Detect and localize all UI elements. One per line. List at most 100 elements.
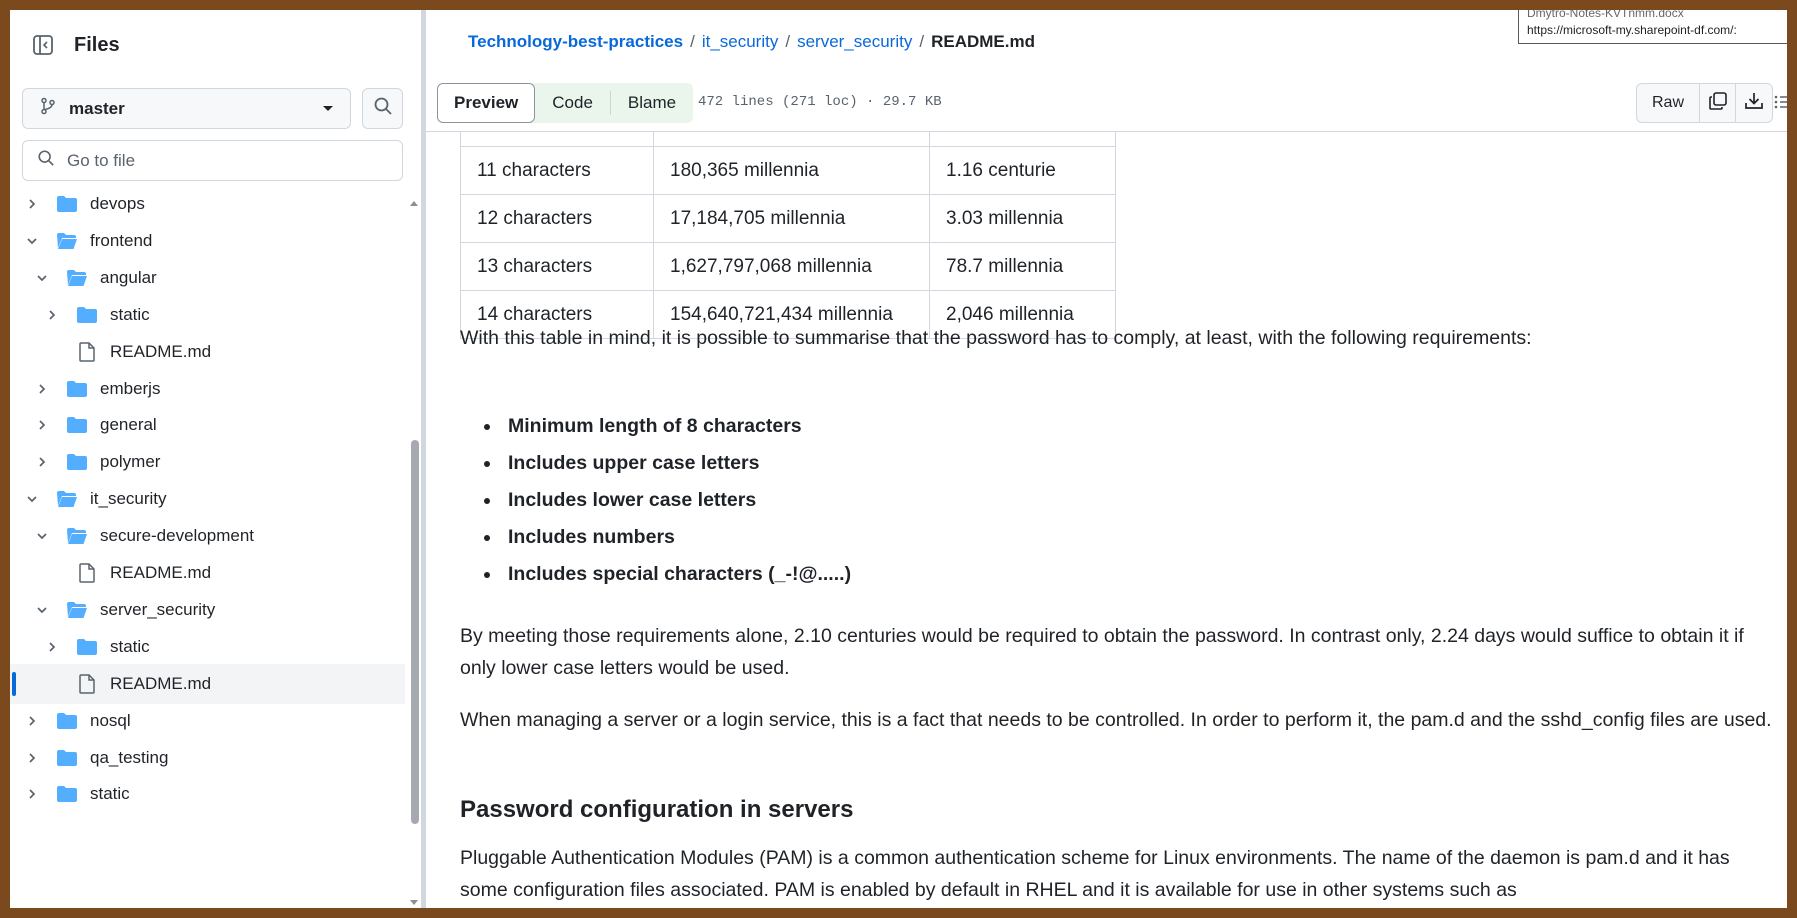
raw-button[interactable]: Raw	[1637, 84, 1701, 122]
chevron-right-icon[interactable]	[24, 196, 40, 212]
folder-open-icon	[56, 231, 78, 251]
scroll-down-arrow-icon[interactable]	[409, 894, 419, 905]
folder-open-icon	[66, 526, 88, 546]
tree-item-label: emberjs	[100, 378, 161, 398]
tree-item-label: general	[100, 415, 157, 435]
tree-folder-item[interactable]: devops	[10, 196, 405, 224]
tab-blame[interactable]: Blame	[611, 83, 693, 123]
link-tooltip: Dmytro-Notes-KVTnmm.docx https://microso…	[1518, 10, 1787, 44]
chevron-down-icon[interactable]	[24, 491, 40, 507]
chevron-right-icon[interactable]	[34, 454, 50, 470]
tooltip-url: https://microsoft-my.sharepoint-df.com/:	[1527, 23, 1737, 37]
go-to-file-field[interactable]	[22, 140, 403, 181]
tree-item-label: nosql	[90, 710, 131, 730]
tree-folder-item[interactable]: server_security	[10, 590, 405, 630]
requirements-paragraph: By meeting those requirements alone, 2.1…	[460, 625, 1744, 679]
copy-button[interactable]	[1700, 84, 1737, 122]
table-cell: 1,627,797,068 millennia	[653, 242, 930, 291]
file-toolbar: Preview Code Blame 472 lines (271 loc) ·…	[426, 70, 1787, 132]
list-item: Includes numbers	[502, 519, 851, 556]
chevron-right-icon[interactable]	[44, 307, 60, 323]
chevron-down-icon[interactable]	[34, 602, 50, 618]
folder-icon	[66, 415, 88, 435]
chevron-down-icon[interactable]	[24, 233, 40, 249]
chevron-right-icon[interactable]	[24, 713, 40, 729]
folder-open-icon	[66, 268, 88, 288]
markdown-content: 11 characters 180,365 millennia 1.16 centu…	[426, 132, 1787, 908]
tree-item-label: static	[110, 304, 150, 324]
tree-folder-item[interactable]: angular	[10, 258, 405, 298]
tree-file-item[interactable]: README.md	[10, 553, 405, 593]
tree-file-item[interactable]: README.md	[10, 332, 405, 372]
file-icon	[76, 341, 98, 362]
table-row: 13 characters 1,627,797,068 millennia 78.7…	[460, 242, 1116, 291]
tree-folder-item[interactable]: general	[10, 405, 405, 445]
tree-item-label: static	[110, 636, 150, 656]
tree-item-label: frontend	[90, 230, 153, 250]
chevron-down-icon[interactable]	[34, 270, 50, 286]
folder-open-icon	[66, 600, 88, 620]
sidebar-scrollbar-thumb[interactable]	[411, 440, 419, 824]
table-row	[460, 132, 1116, 147]
tree-folder-item[interactable]: frontend	[10, 221, 405, 261]
tree-item-label: qa_testing	[90, 747, 169, 767]
folder-icon	[56, 711, 78, 731]
view-mode-tabs: Preview Code Blame	[437, 83, 694, 123]
breadcrumb-repo-link[interactable]: Technology-best-practices	[468, 32, 683, 52]
chevron-right-icon[interactable]	[34, 417, 50, 433]
tree-folder-item[interactable]: static	[10, 295, 405, 335]
search-files-button[interactable]	[362, 88, 403, 129]
chevron-right-icon[interactable]	[44, 639, 60, 655]
scroll-up-arrow-icon[interactable]	[409, 194, 419, 206]
tab-code[interactable]: Code	[535, 83, 610, 123]
tree-folder-item[interactable]: emberjs	[10, 369, 405, 409]
sidebar-header: Files	[32, 32, 120, 58]
folder-icon	[66, 452, 88, 472]
folder-icon	[66, 379, 88, 399]
folder-open-icon	[56, 489, 78, 509]
intro-paragraph: With this table in mind, it is possible …	[460, 327, 1532, 349]
go-to-file-input[interactable]	[67, 150, 367, 171]
tree-folder-item[interactable]: polymer	[10, 442, 405, 482]
tree-item-label: devops	[90, 196, 145, 213]
file-tree-sidebar: Files master devops frontend angular static…	[10, 10, 422, 908]
table-cell: 17,184,705 millennia	[653, 194, 930, 243]
tab-preview[interactable]: Preview	[437, 83, 536, 123]
search-icon	[37, 149, 55, 172]
chevron-down-icon[interactable]	[34, 528, 50, 544]
breadcrumb-link-server-security[interactable]: server_security	[797, 32, 912, 52]
chevron-right-icon[interactable]	[24, 786, 40, 802]
download-button[interactable]	[1736, 84, 1772, 122]
tree-folder-item[interactable]: static	[10, 774, 405, 814]
sidebar-collapse-icon[interactable]	[32, 34, 54, 56]
tree-item-label: angular	[100, 267, 157, 287]
pam-intro-paragraph: When managing a server or a login servic…	[460, 709, 1772, 731]
breadcrumb-separator: /	[690, 32, 695, 51]
tree-item-label: it_security	[90, 489, 167, 509]
outline-list-icon[interactable]	[1774, 94, 1787, 115]
git-branch-icon	[39, 97, 57, 120]
tree-folder-item[interactable]: nosql	[10, 701, 405, 741]
copy-icon	[1708, 91, 1728, 116]
tree-item-label: server_security	[100, 599, 216, 619]
branch-selector-button[interactable]: master	[22, 88, 351, 129]
file-icon	[76, 563, 98, 583]
tree-folder-item[interactable]: static	[10, 627, 405, 667]
folder-icon	[76, 637, 98, 657]
password-cracking-table: 11 characters 180,365 millennia 1.16 centu…	[460, 132, 1116, 339]
tree-folder-item[interactable]: qa_testing	[10, 738, 405, 778]
table-row: 12 characters 17,184,705 millennia 3.03 mi…	[460, 194, 1116, 243]
tree-file-item[interactable]: README.md	[10, 663, 405, 704]
breadcrumb-separator: /	[919, 32, 925, 51]
file-view: Technology-best-practices / it_security …	[426, 10, 1787, 908]
app-window: Files master devops frontend angular static…	[10, 10, 1787, 908]
chevron-right-icon[interactable]	[34, 381, 50, 397]
breadcrumb-link-it-security[interactable]: it_security	[702, 32, 779, 52]
section-heading: Password configuration in servers	[460, 796, 854, 823]
tree-item-label: static	[90, 784, 130, 804]
chevron-right-icon[interactable]	[24, 750, 40, 766]
tree-folder-item[interactable]: it_security	[10, 479, 405, 519]
tree-folder-item[interactable]: secure-development	[10, 516, 405, 556]
branch-name: master	[69, 98, 125, 118]
tooltip-filename: Dmytro-Notes-KVTnmm.docx	[1527, 10, 1684, 20]
